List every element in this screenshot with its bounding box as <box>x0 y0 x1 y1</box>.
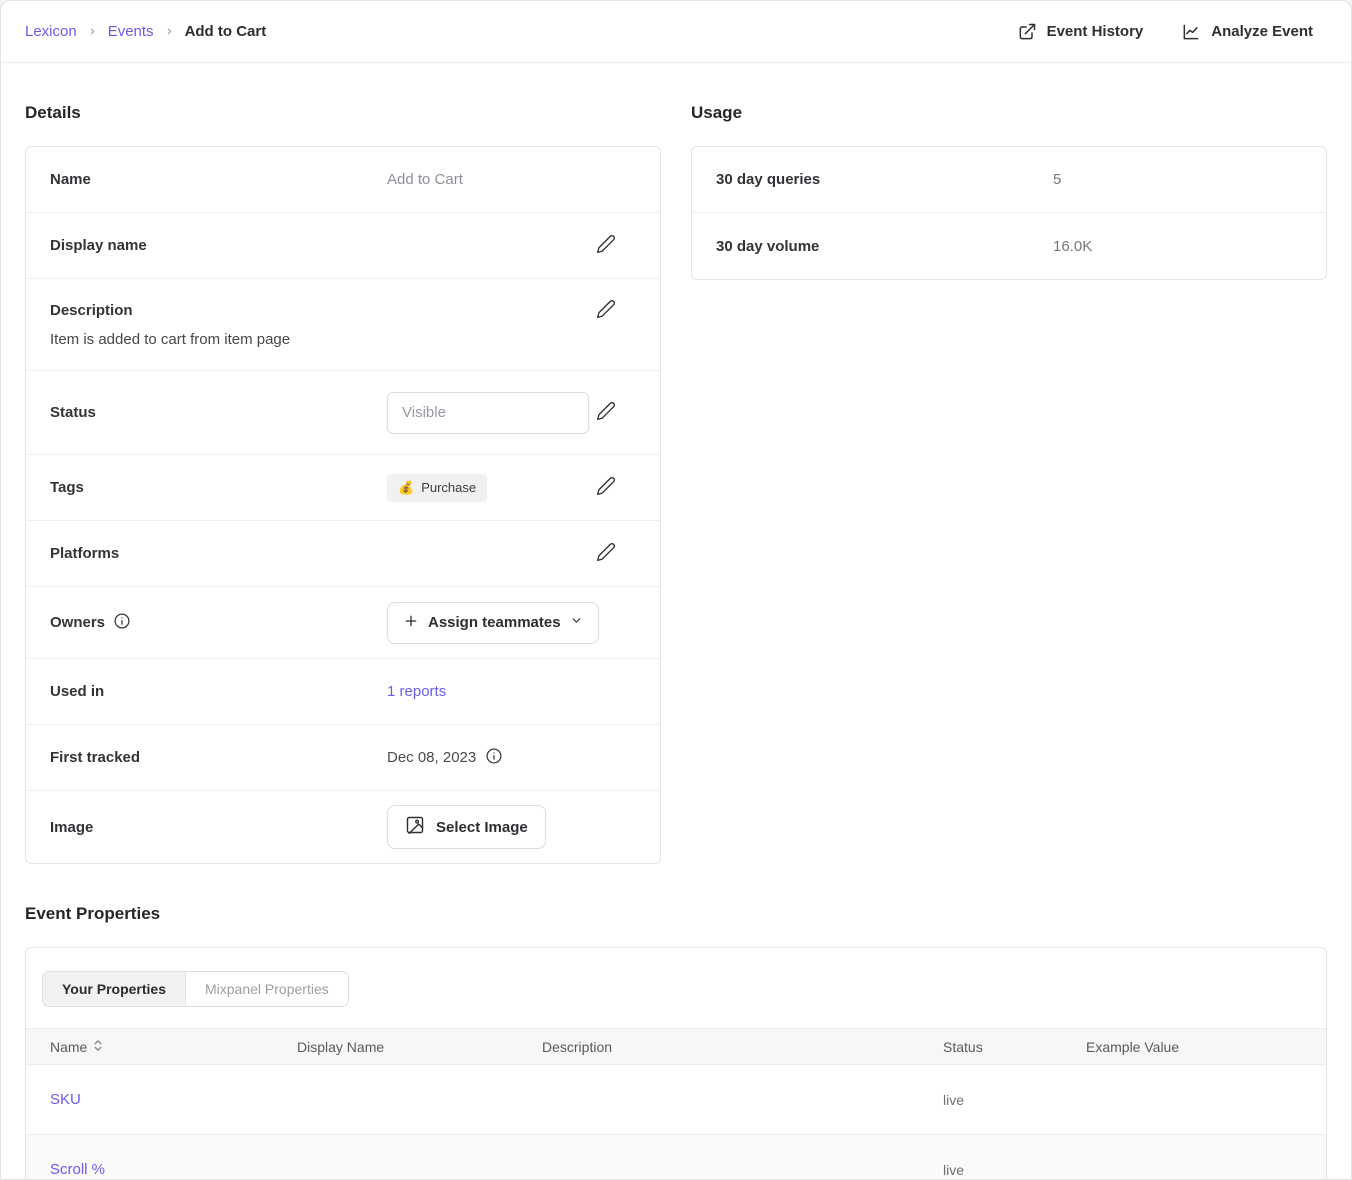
event-history-label: Event History <box>1047 23 1144 40</box>
event-history-button[interactable]: Event History <box>1017 22 1144 42</box>
detail-row-first-tracked: First tracked Dec 08, 2023 <box>26 725 660 791</box>
chevron-right-icon <box>165 27 174 36</box>
breadcrumb: Lexicon Events Add to Cart <box>25 23 266 40</box>
usage-row-volume: 30 day volume 16.0K <box>692 213 1326 279</box>
usage-section: Usage 30 day queries 5 30 day volume 16.… <box>691 63 1327 280</box>
lexicon-event-detail-page: Lexicon Events Add to Cart Event History <box>0 0 1352 1180</box>
assign-teammates-label: Assign teammates <box>428 614 561 631</box>
usage-card: 30 day queries 5 30 day volume 16.0K <box>691 146 1327 280</box>
name-value: Add to Cart <box>387 171 463 188</box>
detail-row-display-name: Display name <box>26 213 660 279</box>
status-input[interactable] <box>387 392 589 434</box>
volume-value: 16.0K <box>1053 238 1092 255</box>
owners-label: Owners <box>50 614 105 631</box>
topbar: Lexicon Events Add to Cart Event History <box>1 1 1351 63</box>
pencil-icon <box>596 401 616 424</box>
tab-mixpanel-properties[interactable]: Mixpanel Properties <box>186 972 348 1006</box>
breadcrumb-lexicon[interactable]: Lexicon <box>25 23 77 40</box>
volume-label: 30 day volume <box>716 238 1053 255</box>
detail-row-platforms: Platforms <box>26 521 660 587</box>
tag-purchase: 💰 Purchase <box>387 474 487 502</box>
properties-table: Name Display Name Description Status Exa… <box>26 1028 1326 1180</box>
first-tracked-value: Dec 08, 2023 <box>387 749 476 766</box>
name-label: Name <box>50 171 387 188</box>
used-in-label: Used in <box>50 683 387 700</box>
column-header-description: Description <box>542 1039 943 1055</box>
used-in-reports-link[interactable]: 1 reports <box>387 683 446 700</box>
properties-table-header: Name Display Name Description Status Exa… <box>26 1028 1326 1065</box>
plus-icon <box>403 613 419 633</box>
topbar-actions: Event History Analyze Event <box>1017 22 1313 42</box>
status-label: Status <box>50 404 387 421</box>
table-row[interactable]: Scroll % live <box>26 1135 1326 1180</box>
edit-tags-button[interactable] <box>596 476 616 499</box>
properties-tab-group: Your Properties Mixpanel Properties <box>42 971 349 1007</box>
edit-display-name-button[interactable] <box>596 234 616 257</box>
pencil-icon <box>596 542 616 565</box>
property-name-link[interactable]: Scroll % <box>50 1161 297 1178</box>
details-card: Name Add to Cart Display name <box>25 146 661 864</box>
detail-row-status: Status <box>26 371 660 455</box>
analyze-event-button[interactable]: Analyze Event <box>1181 22 1313 42</box>
chevron-right-icon <box>88 27 97 36</box>
external-link-icon <box>1017 22 1037 42</box>
line-chart-icon <box>1181 22 1201 42</box>
select-image-button[interactable]: Select Image <box>387 805 546 849</box>
column-header-status: Status <box>943 1039 1086 1055</box>
tag-label: Purchase <box>421 480 476 495</box>
first-tracked-label: First tracked <box>50 749 387 766</box>
queries-value: 5 <box>1053 171 1061 188</box>
analyze-event-label: Analyze Event <box>1211 23 1313 40</box>
pencil-icon <box>596 234 616 257</box>
image-icon <box>405 815 425 839</box>
detail-row-used-in: Used in 1 reports <box>26 659 660 725</box>
edit-platforms-button[interactable] <box>596 542 616 565</box>
info-icon[interactable] <box>485 747 503 769</box>
details-section: Details Name Add to Cart Display name <box>25 63 661 864</box>
column-header-example-value: Example Value <box>1086 1039 1326 1055</box>
money-bag-icon: 💰 <box>398 480 414 496</box>
detail-row-tags: Tags 💰 Purchase <box>26 455 660 521</box>
detail-row-name: Name Add to Cart <box>26 147 660 213</box>
breadcrumb-events[interactable]: Events <box>108 23 154 40</box>
breadcrumb-current-event: Add to Cart <box>185 23 267 40</box>
property-name-link[interactable]: SKU <box>50 1091 297 1108</box>
event-properties-heading: Event Properties <box>25 904 1327 924</box>
detail-row-description: Description Item is added to cart from i… <box>26 279 660 371</box>
detail-row-owners: Owners Assign teammates <box>26 587 660 659</box>
event-properties-card: Your Properties Mixpanel Properties Name… <box>25 947 1327 1180</box>
tags-label: Tags <box>50 479 387 496</box>
page-content: Details Name Add to Cart Display name <box>1 63 1351 1180</box>
table-row[interactable]: SKU live <box>26 1065 1326 1135</box>
info-icon[interactable] <box>113 612 131 634</box>
property-status: live <box>943 1092 1086 1108</box>
details-heading: Details <box>25 103 661 123</box>
display-name-label: Display name <box>50 237 387 254</box>
event-properties-section: Event Properties Your Properties Mixpane… <box>25 904 1327 1180</box>
tab-your-properties[interactable]: Your Properties <box>43 972 186 1006</box>
pencil-icon <box>596 299 616 322</box>
property-status: live <box>943 1162 1086 1178</box>
description-label: Description <box>50 302 387 319</box>
usage-row-queries: 30 day queries 5 <box>692 147 1326 213</box>
edit-status-button[interactable] <box>596 401 616 424</box>
image-label: Image <box>50 819 387 836</box>
select-image-label: Select Image <box>436 819 528 836</box>
queries-label: 30 day queries <box>716 171 1053 188</box>
column-header-display-name: Display Name <box>297 1039 542 1055</box>
sort-arrows-icon <box>93 1039 103 1055</box>
detail-row-image: Image Select Image <box>26 791 660 863</box>
chevron-down-icon <box>570 614 583 631</box>
assign-teammates-button[interactable]: Assign teammates <box>387 602 599 644</box>
column-header-name[interactable]: Name <box>50 1039 297 1055</box>
platforms-label: Platforms <box>50 545 387 562</box>
pencil-icon <box>596 476 616 499</box>
edit-description-button[interactable] <box>596 299 616 322</box>
usage-heading: Usage <box>691 103 1327 123</box>
description-value: Item is added to cart from item page <box>50 331 616 348</box>
